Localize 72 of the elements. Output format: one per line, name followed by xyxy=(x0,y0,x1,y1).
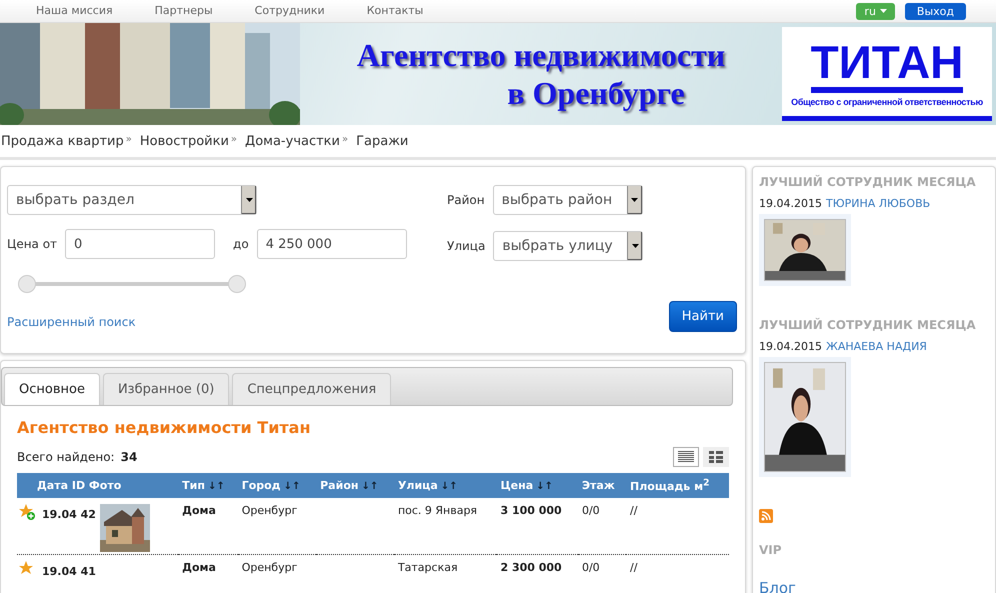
caret-icon xyxy=(631,198,638,202)
section-heading: ЛУЧШИЙ СОТРУДНИК МЕСЯЦА xyxy=(759,175,976,189)
caret-icon xyxy=(880,9,887,13)
date: 19.04.2015 xyxy=(759,197,822,210)
blog-link[interactable]: Блог xyxy=(759,579,796,593)
vip-heading: VIP xyxy=(759,543,782,557)
table-cell: 0/0 xyxy=(578,554,626,580)
category-link[interactable]: Новостройки» xyxy=(140,134,238,148)
table-cell: 0/0 xyxy=(578,498,626,554)
employee-link[interactable]: ЖАНАЕВА НАДИЯ xyxy=(826,340,927,353)
table-cell: Дома xyxy=(178,498,238,554)
section-heading: ЛУЧШИЙ СОТРУДНИК МЕСЯЦА xyxy=(759,318,976,332)
list-icon xyxy=(678,451,694,463)
logout-button[interactable]: Выход xyxy=(904,2,966,20)
district-select[interactable]: выбрать район xyxy=(492,185,643,215)
table-cell: Оренбург xyxy=(238,554,316,580)
logo-subtitle: Общество с ограниченной ответственностью xyxy=(791,96,983,106)
results-count: Всего найдено: 34 xyxy=(17,450,138,464)
district-label: Район xyxy=(447,193,485,207)
price-from-label: Цена от xyxy=(7,237,58,251)
street-label: Улица xyxy=(447,239,486,253)
price-slider[interactable] xyxy=(19,275,245,293)
tab[interactable]: Избранное (0) xyxy=(102,373,230,405)
table-cell: // xyxy=(626,554,729,580)
language-button[interactable]: ru xyxy=(856,2,895,20)
table-cell: Татарская xyxy=(394,554,496,580)
list-view-button[interactable] xyxy=(673,447,699,467)
logo: ТИТАН xyxy=(810,36,964,92)
table-cell: пос. 9 Января xyxy=(394,498,496,554)
table-cell: Дома xyxy=(178,554,238,580)
grid-icon xyxy=(709,451,723,463)
rss-icon[interactable] xyxy=(759,509,773,523)
caret-icon xyxy=(632,244,639,248)
date: 19.04.2015 xyxy=(759,340,822,353)
column-header[interactable]: Улица ↓↑ xyxy=(394,473,496,498)
table-cell: // xyxy=(626,498,729,554)
caret-icon xyxy=(246,198,252,202)
category-link[interactable]: Гаражи xyxy=(356,134,408,148)
advanced-search-link[interactable]: Расширенный поиск xyxy=(7,315,447,329)
table-cell: 2 300 000 xyxy=(496,554,578,580)
category-link[interactable]: Дома-участки» xyxy=(245,134,348,148)
banner-subtitle: в Оренбурге xyxy=(507,74,685,112)
table-cell: 3 100 000 xyxy=(496,498,578,554)
listing-title: Агентство недвижимости Титан xyxy=(17,418,312,437)
column-header[interactable]: Дата ID Фото xyxy=(17,473,178,498)
nav-link[interactable]: Контакты xyxy=(366,4,424,18)
column-header[interactable]: Цена ↓↑ xyxy=(496,473,578,498)
slider-handle[interactable] xyxy=(18,275,36,293)
nav-link[interactable]: Сотрудники xyxy=(254,4,325,18)
nav-link[interactable]: Наша миссия xyxy=(36,4,113,18)
price-from-field[interactable]: 0 xyxy=(65,229,216,259)
price-to-label: до xyxy=(233,237,249,251)
column-header[interactable]: Район ↓↑ xyxy=(316,473,394,498)
tab[interactable]: Спецпредложения xyxy=(232,373,392,405)
date-id: 19.04 41 xyxy=(42,565,96,578)
section-select[interactable]: выбрать раздел xyxy=(7,185,257,215)
date-id: 19.04 42 xyxy=(42,508,96,523)
column-header[interactable]: Тип ↓↑ xyxy=(178,473,238,498)
category-link[interactable]: Продажа квартир» xyxy=(1,134,132,148)
column-header[interactable]: Этаж xyxy=(578,473,626,498)
nav-link[interactable]: Партнеры xyxy=(154,4,213,18)
search-button[interactable]: Найти xyxy=(668,301,737,332)
street-select[interactable]: выбрать улицу xyxy=(493,231,644,261)
slider-handle[interactable] xyxy=(228,275,246,293)
employee-link[interactable]: ТЮРИНА ЛЮБОВЬ xyxy=(826,197,930,210)
table-cell: Оренбург xyxy=(238,498,316,554)
grid-view-button[interactable] xyxy=(703,447,729,467)
column-header[interactable]: Город ↓↑ xyxy=(238,473,316,498)
banner-title: Агентство недвижимости xyxy=(356,36,726,74)
price-to-field[interactable]: 4 250 000 xyxy=(256,229,407,259)
tab[interactable]: Основное xyxy=(4,373,100,405)
column-header[interactable]: Площадь м$^{2}$ xyxy=(626,473,729,498)
